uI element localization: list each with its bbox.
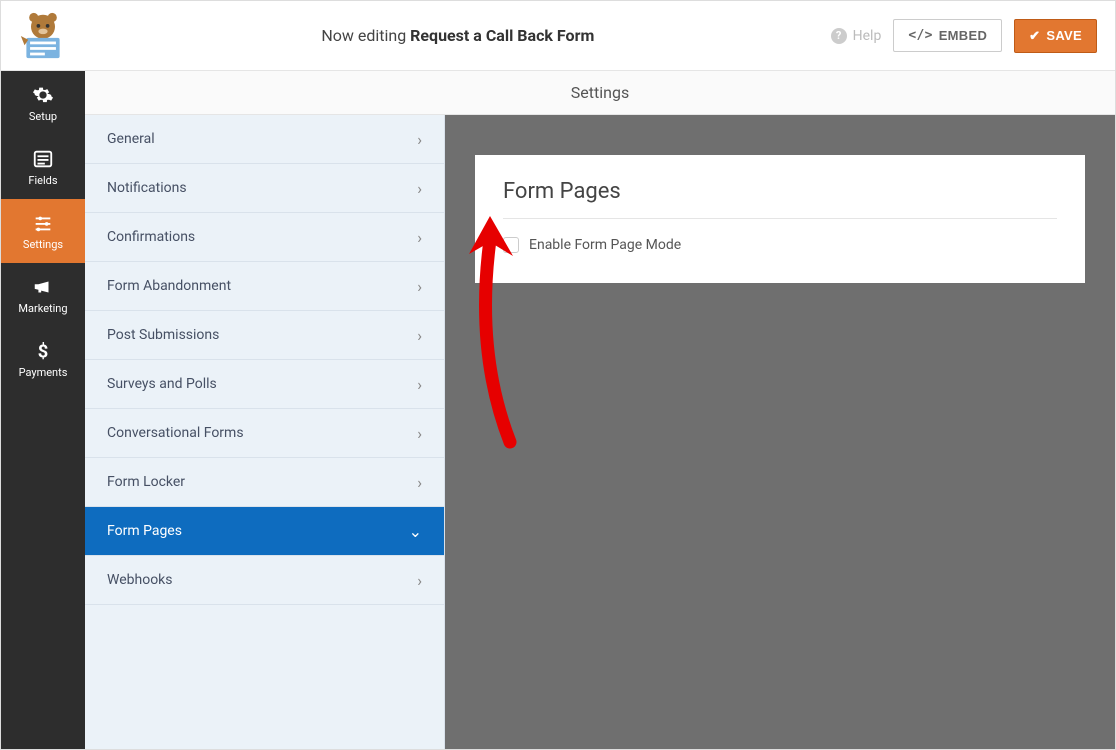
embed-label: EMBED: [939, 28, 987, 43]
nav-item-settings[interactable]: Settings: [1, 199, 85, 263]
chevron-right-icon: ›: [417, 424, 422, 443]
chevron-right-icon: ›: [417, 571, 422, 590]
chevron-right-icon: ›: [417, 473, 422, 492]
nav-label: Marketing: [18, 302, 67, 315]
settings-item-surveys-polls[interactable]: Surveys and Polls ›: [85, 360, 444, 409]
settings-item-label: General: [107, 131, 155, 147]
save-button[interactable]: ✔ SAVE: [1014, 19, 1097, 53]
nav-label: Setup: [29, 110, 57, 123]
option-label: Enable Form Page Mode: [529, 237, 681, 253]
top-actions: ? Help </> EMBED ✔ SAVE: [831, 19, 1115, 53]
settings-item-post-submissions[interactable]: Post Submissions ›: [85, 311, 444, 360]
chevron-right-icon: ›: [417, 277, 422, 296]
save-label: SAVE: [1046, 28, 1082, 43]
gear-icon: [32, 84, 54, 106]
dollar-icon: $: [32, 340, 54, 362]
nav-label: Fields: [28, 174, 57, 187]
page-title: Now editing Request a Call Back Form: [85, 26, 831, 45]
settings-item-form-locker[interactable]: Form Locker ›: [85, 458, 444, 507]
settings-item-label: Form Abandonment: [107, 278, 231, 294]
question-icon: ?: [831, 28, 847, 44]
list-icon: [32, 148, 54, 170]
settings-panel: Form Pages Enable Form Page Mode: [445, 115, 1115, 749]
top-bar: Now editing Request a Call Back Form ? H…: [1, 1, 1115, 71]
nav-label: Payments: [19, 366, 68, 379]
nav-item-setup[interactable]: Setup: [1, 71, 85, 135]
settings-item-label: Notifications: [107, 180, 187, 196]
settings-sidebar: General › Notifications › Confirmations …: [85, 115, 445, 749]
sliders-icon: [32, 212, 54, 234]
settings-item-label: Post Submissions: [107, 327, 219, 343]
chevron-right-icon: ›: [417, 179, 422, 198]
settings-item-label: Webhooks: [107, 572, 173, 588]
settings-item-label: Form Pages: [107, 523, 182, 539]
settings-item-form-pages[interactable]: Form Pages ⌄: [85, 507, 444, 556]
option-row: Enable Form Page Mode: [503, 237, 1057, 253]
chevron-down-icon: ⌄: [409, 522, 422, 541]
chevron-right-icon: ›: [417, 375, 422, 394]
section-title: Settings: [571, 83, 629, 102]
chevron-right-icon: ›: [417, 228, 422, 247]
settings-item-conversational-forms[interactable]: Conversational Forms ›: [85, 409, 444, 458]
card-title: Form Pages: [503, 179, 1057, 219]
form-pages-card: Form Pages Enable Form Page Mode: [475, 155, 1085, 283]
settings-item-form-abandonment[interactable]: Form Abandonment ›: [85, 262, 444, 311]
embed-button[interactable]: </> EMBED: [893, 19, 1002, 52]
enable-form-page-mode-checkbox[interactable]: [503, 237, 519, 253]
settings-item-confirmations[interactable]: Confirmations ›: [85, 213, 444, 262]
help-link[interactable]: ? Help: [831, 28, 882, 44]
settings-item-notifications[interactable]: Notifications ›: [85, 164, 444, 213]
settings-item-label: Surveys and Polls: [107, 376, 217, 392]
primary-nav: Setup Fields Settings Marketing $ Paymen…: [1, 71, 85, 749]
svg-text:$: $: [38, 341, 49, 362]
settings-item-label: Form Locker: [107, 474, 185, 490]
chevron-right-icon: ›: [417, 130, 422, 149]
check-icon: ✔: [1029, 28, 1040, 44]
settings-item-general[interactable]: General ›: [85, 115, 444, 164]
section-header: Settings: [85, 71, 1115, 115]
settings-item-label: Conversational Forms: [107, 425, 244, 441]
help-label: Help: [853, 28, 882, 44]
settings-item-webhooks[interactable]: Webhooks ›: [85, 556, 444, 605]
app-logo: [1, 1, 85, 71]
code-icon: </>: [908, 28, 932, 43]
settings-item-label: Confirmations: [107, 229, 195, 245]
editing-prefix: Now editing: [321, 26, 406, 45]
nav-item-payments[interactable]: $ Payments: [1, 327, 85, 391]
form-name: Request a Call Back Form: [410, 26, 594, 45]
nav-item-fields[interactable]: Fields: [1, 135, 85, 199]
nav-item-marketing[interactable]: Marketing: [1, 263, 85, 327]
nav-label: Settings: [23, 238, 63, 251]
chevron-right-icon: ›: [417, 326, 422, 345]
bullhorn-icon: [32, 276, 54, 298]
